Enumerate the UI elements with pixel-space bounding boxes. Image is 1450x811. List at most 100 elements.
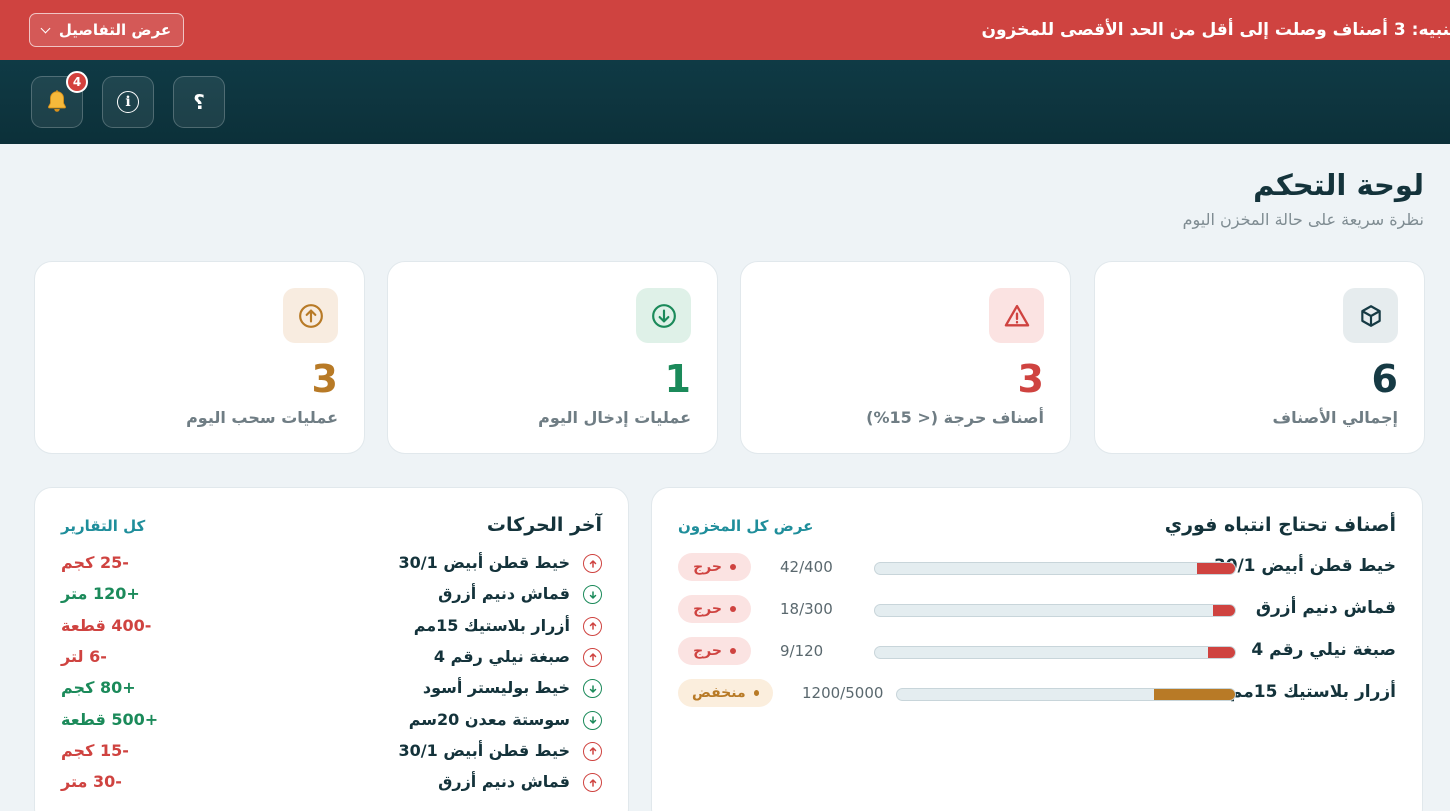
status-dot [729,606,736,612]
movement-row[interactable]: سوستة معدن 20سم +500 قطعة [61,709,602,733]
item-name: أزرار بلاستيك 15مم [1229,682,1396,702]
stock-level-fill [1213,605,1235,616]
stock-quantity: 42/400 [780,558,833,576]
info-button[interactable]: i [102,76,154,128]
movement-row[interactable]: قماش دنيم أزرق -30 متر [61,771,602,795]
help-button[interactable]: ؟ [173,76,225,128]
critical-item-row[interactable]: أزرار بلاستيك 15مم 1200/5000 منخفض [678,678,1396,708]
movement-item-name: قماش دنيم أزرق [438,772,570,792]
movement-quantity: -15 كجم [61,740,129,760]
status-text: منخفض [692,685,746,701]
movement-quantity: -400 قطعة [61,615,152,635]
arrow-up-circle-icon [583,773,602,793]
status-badge: حرج [678,637,751,665]
stat-card-inbound-today: 1 عمليات إدخال اليوم [387,261,718,454]
movement-item-name: أزرار بلاستيك 15مم [413,615,570,635]
status-text: حرج [693,601,722,617]
status-badge: حرج [678,553,751,581]
item-name: قماش دنيم أزرق [1255,598,1396,618]
page-title: لوحة التحكم [1253,168,1424,202]
stat-value: 6 [1371,357,1398,401]
movement-row[interactable]: خيط قطن أبيض 30/1 -25 كجم [61,552,602,576]
critical-item-row[interactable]: خيط قطن أبيض 30/1 42/400 حرج [678,552,1396,582]
arrow-down-circle-icon [583,585,602,605]
movement-item-name: قماش دنيم أزرق [438,584,570,604]
movement-item-name: خيط بوليستر أسود [422,678,570,698]
alert-message: تنبيه: 3 أصناف وصلت إلى أقل من الحد الأق… [981,20,1450,40]
warning-icon [1004,304,1029,326]
stock-level-bar [874,646,1236,659]
stat-label: إجمالي الأصناف [1272,408,1399,427]
arrow-up-circle-icon [583,616,602,636]
stock-level-bar [896,688,1236,701]
movement-quantity: +80 كجم [61,678,136,698]
all-reports-link[interactable]: كل التقارير [61,517,145,535]
recent-movements-panel: آخر الحركات كل التقارير خيط قطن أبيض 30/… [34,487,629,811]
arrow-up-circle-icon [298,303,323,328]
movement-quantity: +500 قطعة [61,709,159,729]
stock-level-bar [874,604,1236,617]
stat-label: أصناف حرجة (< 15%) [866,408,1044,427]
page-subtitle: نظرة سريعة على حالة المخزن اليوم [1182,210,1424,229]
arrow-up-circle-icon [583,647,602,667]
question-mark-icon: ؟ [193,90,205,114]
stat-icon-wrap [636,288,691,343]
stock-level-bar [874,562,1236,575]
stat-icon-wrap [989,288,1044,343]
critical-item-row[interactable]: صبغة نيلي رقم 4 9/120 حرج [678,636,1396,666]
movement-item-name: خيط قطن أبيض 30/1 [398,553,570,572]
movement-row[interactable]: صبغة نيلي رقم 4 -6 لتر [61,646,602,670]
view-all-inventory-link[interactable]: عرض كل المخزون [678,517,813,535]
arrow-down-circle-icon [583,679,602,699]
top-navigation-bar: ؟ i 4 [0,60,1450,144]
movement-row[interactable]: قماش دنيم أزرق +120 متر [61,583,602,607]
status-dot [729,564,736,570]
chevron-down-icon [40,23,51,33]
stat-label: عمليات إدخال اليوم [538,408,691,427]
movement-row[interactable]: أزرار بلاستيك 15مم -400 قطعة [61,615,602,639]
stock-level-fill [1208,647,1235,658]
info-icon: i [117,91,139,113]
notifications-button[interactable]: 4 [31,71,88,128]
movement-row[interactable]: خيط بوليستر أسود +80 كجم [61,677,602,701]
movement-quantity: -30 متر [61,772,122,792]
view-details-label: عرض التفاصيل [58,21,172,39]
bell-icon [48,90,66,112]
stock-level-fill [1197,563,1235,574]
view-details-button[interactable]: عرض التفاصيل [29,13,184,47]
box-icon [1360,304,1381,327]
stock-quantity: 9/120 [780,642,824,660]
movement-quantity: -25 كجم [61,553,129,572]
stock-quantity: 18/300 [780,600,833,618]
stat-value: 1 [664,357,691,401]
stat-card-critical-items: 3 أصناف حرجة (< 15%) [740,261,1071,454]
status-badge: منخفض [678,679,773,707]
critical-items-panel: أصناف تحتاج انتباه فوري عرض كل المخزون خ… [651,487,1423,811]
arrow-down-circle-icon [651,303,676,328]
status-badge: حرج [678,595,751,623]
stock-quantity: 1200/5000 [802,684,884,702]
status-text: حرج [693,643,722,659]
notification-count-badge: 4 [66,71,88,93]
movement-item-name: خيط قطن أبيض 30/1 [398,740,570,760]
item-name: صبغة نيلي رقم 4 [1251,640,1396,660]
stat-label: عمليات سحب اليوم [186,408,338,427]
panel-title: آخر الحركات [486,514,602,536]
movement-item-name: صبغة نيلي رقم 4 [433,646,570,666]
stat-icon-wrap [283,288,338,343]
stat-card-total-items: 6 إجمالي الأصناف [1094,261,1425,454]
movement-row[interactable]: خيط قطن أبيض 30/1 -15 كجم [61,740,602,764]
stat-icon-wrap [1343,288,1398,343]
item-name: خيط قطن أبيض 30/1 [1214,556,1396,576]
stat-value: 3 [311,357,338,401]
alert-banner: تنبيه: 3 أصناف وصلت إلى أقل من الحد الأق… [0,0,1450,60]
stat-value: 3 [1017,357,1044,401]
arrow-down-circle-icon [583,710,602,730]
panel-title: أصناف تحتاج انتباه فوري [1164,514,1396,536]
movement-quantity: +120 متر [61,584,140,604]
critical-item-row[interactable]: قماش دنيم أزرق 18/300 حرج [678,594,1396,624]
arrow-up-circle-icon [583,741,602,761]
stat-card-outbound-today: 3 عمليات سحب اليوم [34,261,365,454]
status-text: حرج [693,559,722,575]
movement-item-name: سوستة معدن 20سم [408,709,570,729]
